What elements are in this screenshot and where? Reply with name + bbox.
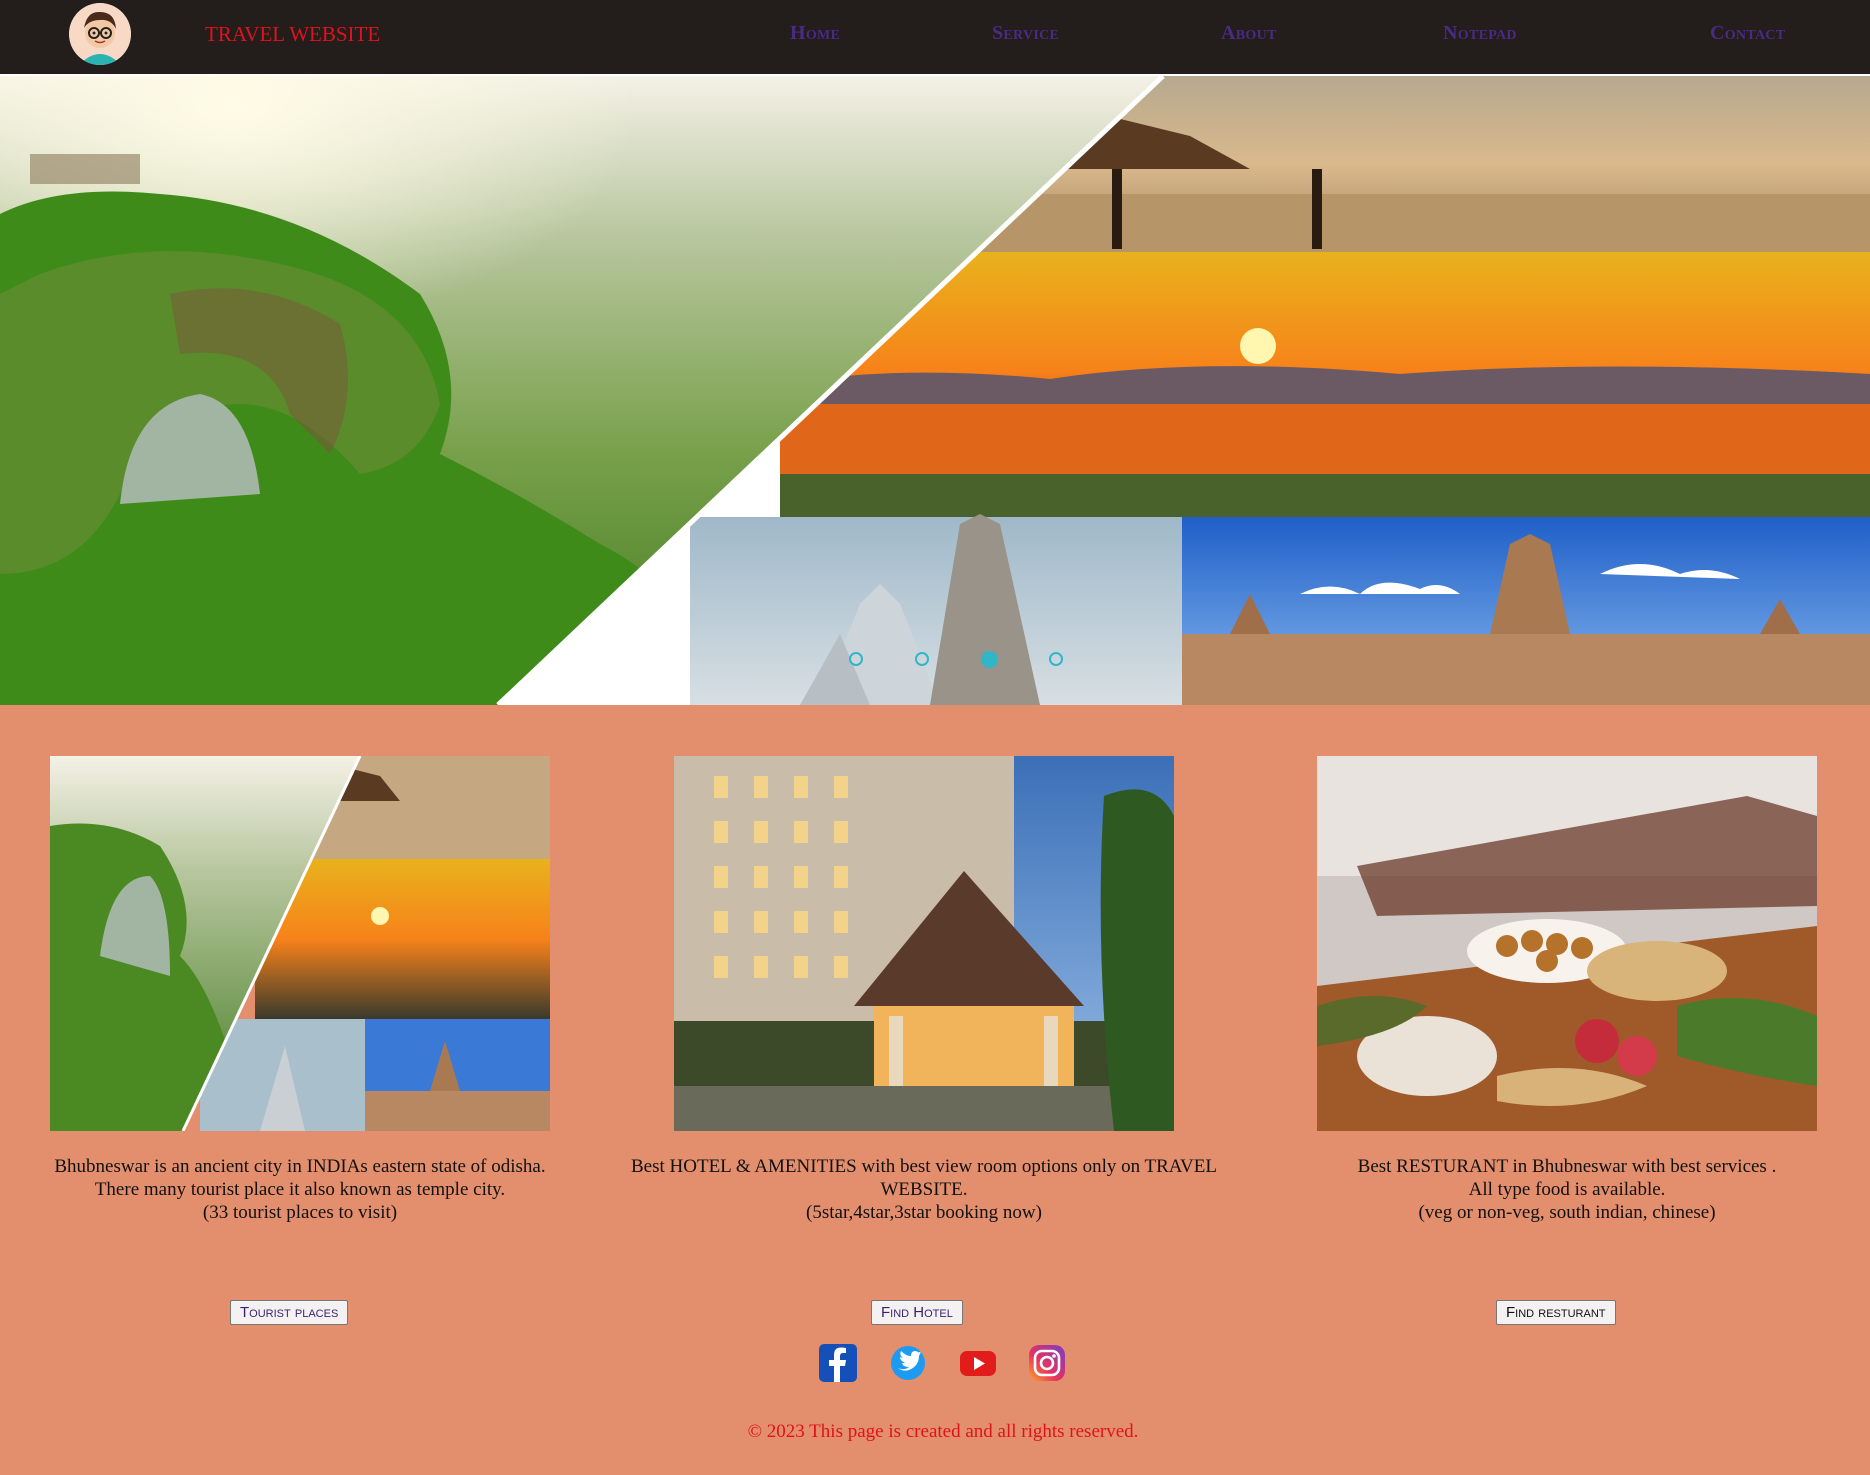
tourist-description: Bhubneswar is an ancient city in INDIAs …: [0, 1155, 620, 1224]
avatar-logo[interactable]: [69, 3, 131, 65]
hotel-description: Best HOTEL & AMENITIES with best view ro…: [604, 1155, 1244, 1224]
nav-notepad-link[interactable]: Notepad: [1443, 22, 1517, 45]
footer-copyright: © 2023 This page is created and all righ…: [747, 1421, 1139, 1442]
nav-about-link[interactable]: About: [1221, 22, 1277, 45]
navbar: TRAVEL WEBSITE Home Service About Notepa…: [0, 0, 1870, 74]
nav-contact-link[interactable]: Contact: [1710, 22, 1785, 45]
tourist-collage-image: [50, 756, 550, 1131]
tourist-line-1: Bhubneswar is an ancient city in INDIAs …: [54, 1156, 546, 1177]
restaurant-image: [1317, 756, 1817, 1131]
carousel-dot-4[interactable]: [1049, 652, 1063, 666]
instagram-icon[interactable]: [1028, 1344, 1066, 1382]
nav-home-link[interactable]: Home: [790, 22, 840, 45]
hotel-line-2: (5star,4star,3star booking now): [806, 1202, 1042, 1223]
carousel-dot-3[interactable]: [981, 651, 998, 668]
tourist-places-button[interactable]: Tourist places: [230, 1300, 349, 1325]
nav-service-link[interactable]: Service: [992, 22, 1059, 45]
find-hotel-button[interactable]: Find Hotel: [871, 1300, 963, 1325]
restaurant-line-3: (veg or non-veg, south indian, chinese): [1418, 1202, 1716, 1223]
youtube-icon[interactable]: [959, 1344, 997, 1382]
hero-carousel[interactable]: [0, 74, 1870, 705]
hotel-line-1: Best HOTEL & AMENITIES with best view ro…: [631, 1156, 1217, 1200]
find-restaurant-button[interactable]: Find resturant: [1496, 1300, 1616, 1325]
carousel-dot-1[interactable]: [849, 652, 863, 666]
hotel-image: [674, 756, 1174, 1131]
restaurant-line-1: Best RESTURANT in Bhubneswar with best s…: [1357, 1156, 1777, 1177]
restaurant-line-2: All type food is available.: [1468, 1179, 1666, 1200]
restaurant-description: Best RESTURANT in Bhubneswar with best s…: [1247, 1155, 1870, 1224]
brand-title: TRAVEL WEBSITE: [205, 22, 381, 46]
facebook-icon[interactable]: [819, 1344, 857, 1382]
twitter-icon[interactable]: [889, 1344, 927, 1382]
tourist-line-2: There many tourist place it also known a…: [94, 1179, 506, 1200]
carousel-dot-2[interactable]: [915, 652, 929, 666]
tourist-line-3: (33 tourist places to visit): [202, 1202, 398, 1223]
